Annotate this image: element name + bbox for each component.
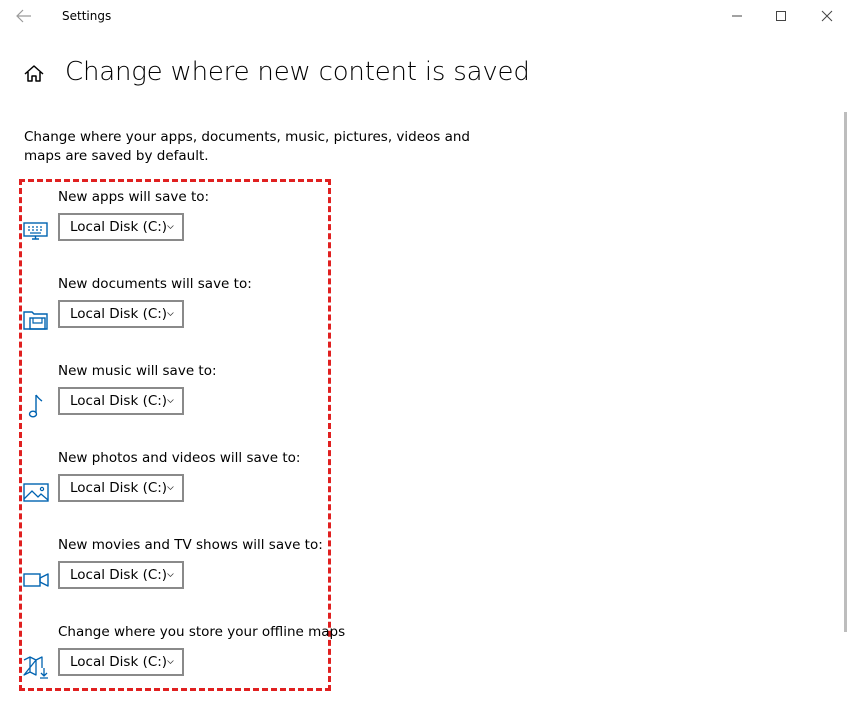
home-icon[interactable] <box>22 62 46 86</box>
chevron-down-icon <box>167 399 174 403</box>
apps-location-dropdown[interactable]: Local Disk (C:) <box>58 213 184 241</box>
page-description: Change where your apps, documents, music… <box>24 129 470 164</box>
setting-documents: New documents will save to: Local Disk (… <box>0 276 330 356</box>
window-title: Settings <box>62 9 112 23</box>
photo-icon <box>23 483 49 502</box>
chevron-down-icon <box>167 573 174 577</box>
documents-location-dropdown[interactable]: Local Disk (C:) <box>58 300 184 328</box>
dropdown-value: Local Disk (C:) <box>70 393 168 409</box>
dropdown-value: Local Disk (C:) <box>70 306 168 322</box>
maximize-button[interactable] <box>758 0 804 32</box>
setting-label: New documents will save to: <box>58 276 252 292</box>
photos-videos-location-dropdown[interactable]: Local Disk (C:) <box>58 474 184 502</box>
documents-folder-icon <box>23 311 48 330</box>
title-bar: Settings <box>0 0 850 32</box>
setting-movies-tv: New movies and TV shows will save to: Lo… <box>0 537 330 617</box>
page-title: Change where new content is saved <box>65 57 530 87</box>
setting-label: New music will save to: <box>58 363 217 379</box>
setting-photos-videos: New photos and videos will save to: Loca… <box>0 450 330 530</box>
setting-label: New movies and TV shows will save to: <box>58 537 323 553</box>
back-button[interactable] <box>10 4 38 28</box>
maximize-icon <box>776 11 786 21</box>
setting-label: New photos and videos will save to: <box>58 450 301 466</box>
minimize-icon <box>732 15 742 17</box>
dropdown-value: Local Disk (C:) <box>70 567 168 583</box>
offline-maps-location-dropdown[interactable]: Local Disk (C:) <box>58 648 184 676</box>
movies-tv-location-dropdown[interactable]: Local Disk (C:) <box>58 561 184 589</box>
chevron-down-icon <box>167 312 174 316</box>
chevron-down-icon <box>167 486 174 490</box>
setting-label: New apps will save to: <box>58 189 210 205</box>
back-arrow-icon <box>16 9 31 23</box>
close-icon <box>821 10 833 22</box>
setting-label: Change where you store your offline maps <box>58 624 346 640</box>
dropdown-value: Local Disk (C:) <box>70 219 168 235</box>
video-camera-icon <box>23 573 49 587</box>
chevron-down-icon <box>167 660 174 664</box>
setting-offline-maps: Change where you store your offline maps… <box>0 624 345 704</box>
chevron-down-icon <box>167 225 174 229</box>
map-download-icon <box>23 656 48 679</box>
setting-music: New music will save to: Local Disk (C:) <box>0 363 330 443</box>
music-note-icon <box>28 394 43 418</box>
desktop-keyboard-icon <box>23 222 48 240</box>
scrollbar[interactable] <box>844 112 847 632</box>
music-location-dropdown[interactable]: Local Disk (C:) <box>58 387 184 415</box>
dropdown-value: Local Disk (C:) <box>70 480 168 496</box>
setting-apps: New apps will save to: Local Disk (C:) <box>0 189 330 269</box>
dropdown-value: Local Disk (C:) <box>70 654 168 670</box>
close-button[interactable] <box>804 0 850 32</box>
minimize-button[interactable] <box>714 0 760 32</box>
